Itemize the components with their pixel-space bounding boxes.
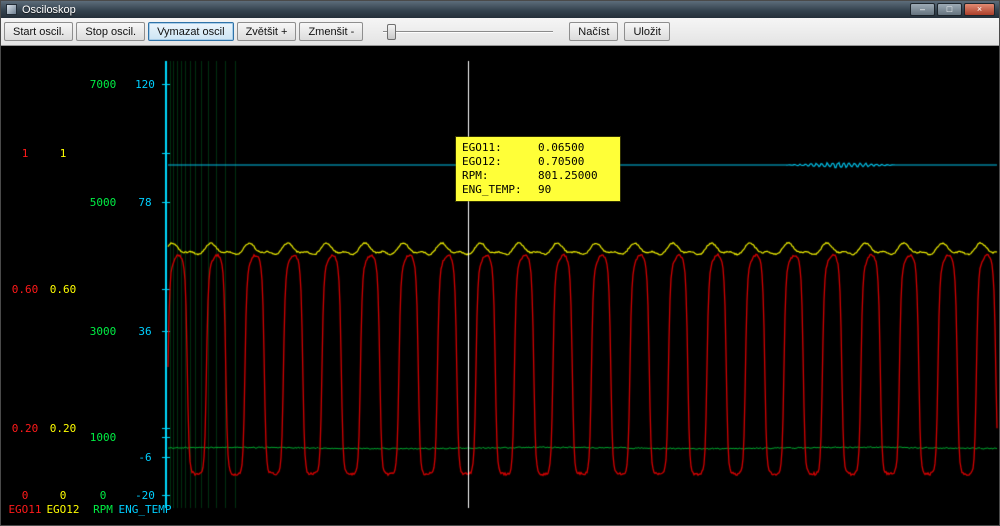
tooltip-row: RPM: 801.25000 <box>462 169 614 183</box>
toolbar: Start oscil. Stop oscil. Vymazat oscil Z… <box>1 18 999 46</box>
tooltip-value: 0.70500 <box>538 155 585 168</box>
app-window: Osciloskop – □ × Start oscil. Stop oscil… <box>0 0 1000 526</box>
file-buttons-group: Načíst Uložit <box>569 22 670 41</box>
tooltip-row: EGO11: 0.06500 <box>462 141 614 155</box>
close-button[interactable]: × <box>964 3 995 16</box>
zoom-out-button[interactable]: Zmenšit - <box>299 22 364 41</box>
tooltip-value: 90 <box>538 183 552 196</box>
stop-oscilloscope-button[interactable]: Stop oscil. <box>76 22 146 41</box>
maximize-button[interactable]: □ <box>937 3 962 16</box>
slider-thumb[interactable] <box>386 23 396 40</box>
titlebar[interactable]: Osciloskop – □ × <box>1 1 999 18</box>
start-oscilloscope-button[interactable]: Start oscil. <box>4 22 74 41</box>
window-controls: – □ × <box>910 3 996 16</box>
load-button[interactable]: Načíst <box>569 22 619 41</box>
zoom-slider[interactable] <box>383 21 554 43</box>
tooltip-row: EGO12: 0.70500 <box>462 155 614 169</box>
cursor-tooltip: EGO11: 0.06500 EGO12: 0.70500 RPM: 801.25000 E… <box>456 137 620 201</box>
clear-oscilloscope-button[interactable]: Vymazat oscil <box>148 22 234 41</box>
tooltip-label: EGO11: <box>462 141 502 154</box>
tooltip-label: EGO12: <box>462 155 502 168</box>
tooltip-value: 801.25000 <box>538 169 598 182</box>
tooltip-label: RPM: <box>462 169 489 182</box>
app-icon <box>6 4 17 15</box>
scope-canvas[interactable] <box>1 46 999 525</box>
tooltip-label: ENG_TEMP: <box>462 183 522 196</box>
oscilloscope-display: 1 0.60 0.20 0 EGO11 1 0.60 0.20 0 EGO12 7000 5000 30… <box>1 46 999 525</box>
minimize-button[interactable]: – <box>910 3 935 16</box>
window-title: Osciloskop <box>22 3 76 16</box>
slider-track[interactable] <box>383 30 554 33</box>
zoom-in-button[interactable]: Zvětšit + <box>236 22 297 41</box>
tooltip-value: 0.06500 <box>538 141 585 154</box>
save-button[interactable]: Uložit <box>624 22 670 41</box>
tooltip-row: ENG_TEMP: 90 <box>462 183 614 197</box>
